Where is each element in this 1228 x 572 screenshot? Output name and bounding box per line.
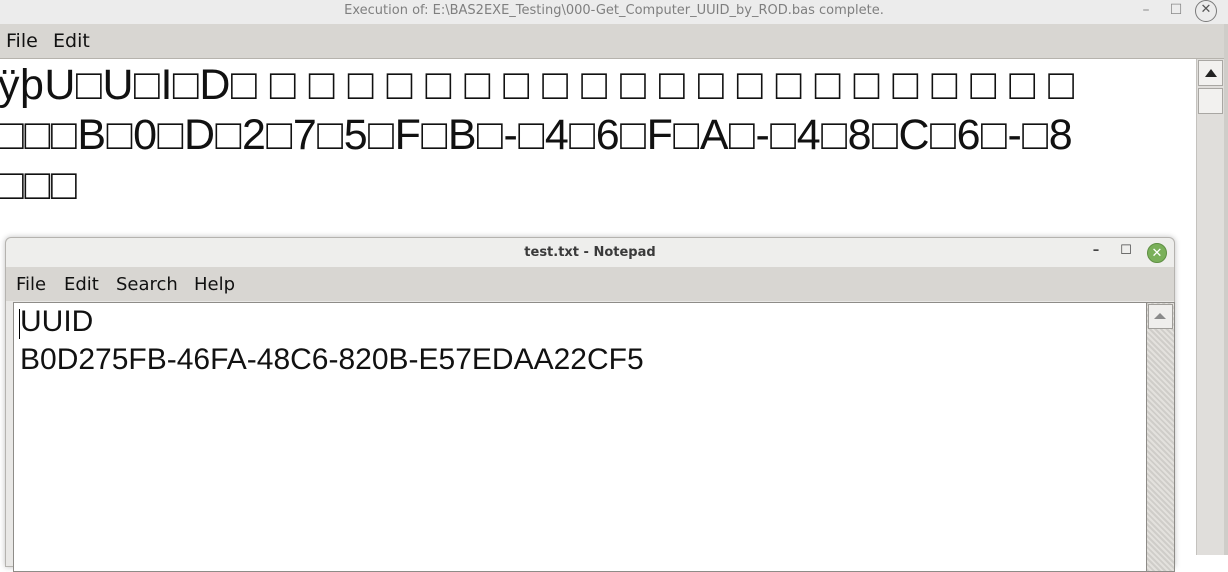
text-line: UUID <box>20 305 94 338</box>
notepad-title: test.txt - Notepad <box>524 245 656 260</box>
text-line: B0D275FB-46FA-48C6-820B-E57EDAA22CF5 <box>20 343 644 376</box>
outer-title-bar: Execution of: E:\BAS2EXE_Testing\000-Get… <box>0 0 1228 24</box>
scroll-up-arrow-icon[interactable] <box>1198 60 1223 86</box>
outer-close-button[interactable]: ✕ <box>1195 0 1217 22</box>
notepad-close-button[interactable]: ✕ <box>1147 243 1167 263</box>
outer-window-title: Execution of: E:\BAS2EXE_Testing\000-Get… <box>344 3 884 18</box>
scrollbar-thumb[interactable] <box>1198 88 1223 114</box>
notepad-text-area[interactable]: UUID B0D275FB-46FA-48C6-820B-E57EDAA22CF… <box>13 302 1146 572</box>
window-edge <box>1224 24 1228 555</box>
notepad-menu-help[interactable]: Help <box>194 274 235 295</box>
outer-minimize-button[interactable]: – <box>1134 0 1158 22</box>
console-line: ÿþU□U□I□D□ □ □ □ □ □ □ □ □ □ □ □ □ □ □ □… <box>0 61 1075 109</box>
notepad-menu-edit[interactable]: Edit <box>64 274 99 295</box>
notepad-menu-file[interactable]: File <box>16 274 46 295</box>
console-line: □□□B□0□D□2□7□5□F□B□-□4□6□F□A□-□4□8□C□6□-… <box>0 111 1074 159</box>
notepad-title-bar: test.txt - Notepad – ☐ ✕ <box>6 238 1174 267</box>
notepad-maximize-button[interactable]: ☐ <box>1116 242 1136 262</box>
outer-menu-edit[interactable]: Edit <box>53 30 90 52</box>
console-line: □□□ <box>0 161 78 209</box>
notepad-menu-bar: File Edit Search Help <box>6 267 1174 301</box>
outer-menu-file[interactable]: File <box>6 30 38 52</box>
notepad-window: test.txt - Notepad – ☐ ✕ File Edit Searc… <box>5 237 1175 572</box>
outer-maximize-button[interactable]: ☐ <box>1164 0 1188 22</box>
notepad-minimize-button[interactable]: – <box>1086 242 1106 262</box>
outer-vertical-scrollbar[interactable] <box>1196 59 1224 555</box>
outer-menu-bar: File Edit <box>0 24 1228 59</box>
notepad-vertical-scrollbar[interactable] <box>1146 302 1175 572</box>
scroll-up-arrow-icon[interactable] <box>1148 304 1173 329</box>
notepad-menu-search[interactable]: Search <box>116 274 178 295</box>
